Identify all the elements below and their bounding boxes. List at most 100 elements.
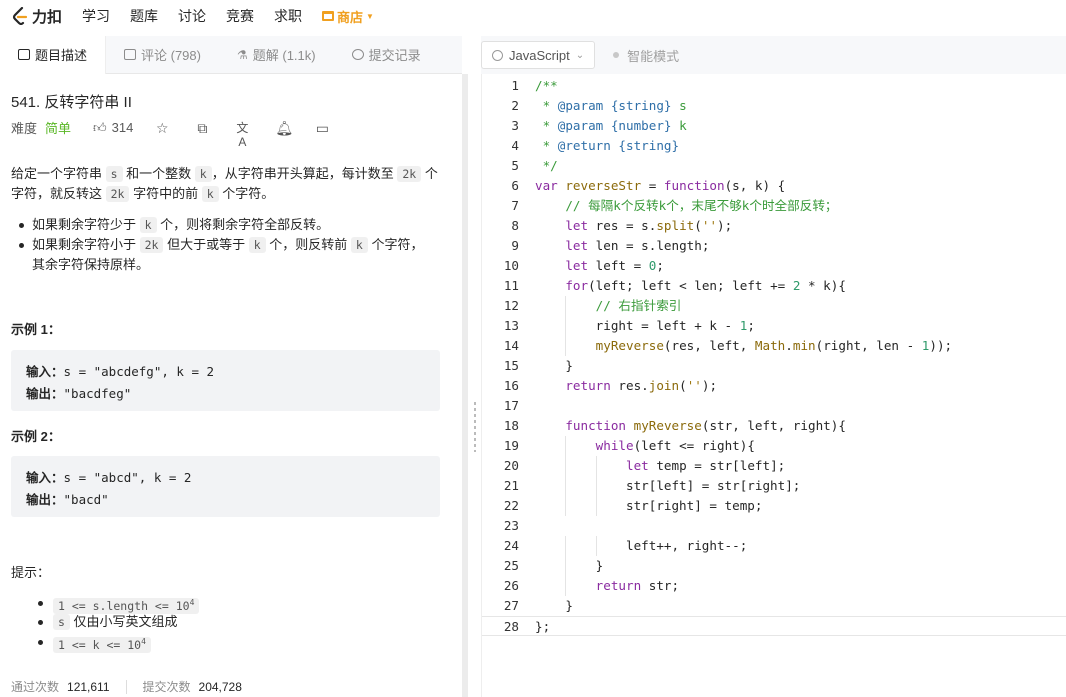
code-text: for(left; left < len; left += 2 * k){ xyxy=(565,278,846,293)
code-text: let temp = str[left]; xyxy=(626,458,786,473)
code-text: // 右指针索引 xyxy=(595,298,682,313)
code-line[interactable]: 18 function myReverse(str, left, right){ xyxy=(482,416,1066,436)
hint-item: s 仅由小写英文组成 xyxy=(38,612,178,632)
drag-handle-icon[interactable] xyxy=(474,402,476,452)
share-icon[interactable]: ⧉ xyxy=(195,121,209,135)
code-text: let left = 0; xyxy=(565,258,664,273)
language-select[interactable]: JavaScript ⌄ xyxy=(481,41,596,69)
code-line[interactable]: 2 * @param {string} s xyxy=(482,96,1066,116)
line-number: 10 xyxy=(503,258,519,273)
tab-description[interactable]: 题目描述 xyxy=(0,35,107,74)
panel-splitter[interactable] xyxy=(462,74,481,697)
code-line[interactable]: 7 // 每隔k个反转k个，末尾不够k个时全部反转； xyxy=(482,196,1066,216)
code-line[interactable]: 27 } xyxy=(482,596,1066,616)
divider xyxy=(125,679,127,694)
code-line[interactable]: 25 } xyxy=(482,556,1066,576)
example-output: "bacdfeg" xyxy=(63,386,132,401)
line-number: 22 xyxy=(503,498,519,513)
nav-item-problems[interactable]: 题库 xyxy=(130,6,158,26)
code-line[interactable]: 24 left++, right--; xyxy=(482,536,1066,556)
nav-item-discuss[interactable]: 讨论 xyxy=(178,6,206,26)
line-number: 23 xyxy=(503,518,519,533)
line-number: 20 xyxy=(503,458,519,473)
code-line[interactable]: 9 let len = s.length; xyxy=(482,236,1066,256)
code-line[interactable]: 20 let temp = str[left]; xyxy=(482,456,1066,476)
line-number: 19 xyxy=(503,438,519,453)
problem-description: 给定一个字符串 s 和一个整数 k ，从字符串开头算起，每计数至 2k 个 字符，… xyxy=(11,164,441,204)
code-line[interactable]: 11 for(left; left < len; left += 2 * k){ xyxy=(482,276,1066,296)
feedback-icon[interactable]: ▭ xyxy=(315,121,329,135)
code-line[interactable]: 21 str[left] = str[right]; xyxy=(482,476,1066,496)
line-number: 12 xyxy=(503,298,519,313)
description-line: 字符，就反转这 2k 字符中的前 k 个字符。 xyxy=(11,186,275,202)
logo[interactable]: 力扣 xyxy=(12,6,62,27)
example-label: 示例 1： xyxy=(11,322,61,337)
code-line[interactable]: 13 right = left + k - 1; xyxy=(482,316,1066,336)
tab-comments[interactable]: 评论 (798) xyxy=(106,36,219,74)
code-line[interactable]: 4 * @return {string} xyxy=(482,136,1066,156)
code-text: function myReverse(str, left, right){ xyxy=(565,418,846,433)
translate-icon[interactable]: 文A xyxy=(235,121,249,149)
leetcode-logo-icon xyxy=(12,7,28,25)
code-text: myReverse(res, left, Math.min(right, len… xyxy=(595,338,953,353)
tab-submissions[interactable]: 提交记录 xyxy=(334,36,439,74)
line-number: 9 xyxy=(511,238,519,253)
code-line[interactable]: 19 while(left <= right){ xyxy=(482,436,1066,456)
code-line[interactable]: 6 var reverseStr = function(s, k) { xyxy=(482,176,1066,196)
code-text: * @return {string} xyxy=(535,138,680,153)
submitted-count: 204,728 xyxy=(198,679,242,694)
hint-item: 1 <= k <= 104 xyxy=(38,632,151,655)
code-line[interactable]: 10 let left = 0; xyxy=(482,256,1066,276)
line-number: 15 xyxy=(503,358,519,373)
scrollbar-track[interactable] xyxy=(462,74,468,697)
nav-item-jobs[interactable]: 求职 xyxy=(274,6,302,26)
line-number: 5 xyxy=(511,158,519,173)
code-line[interactable]: 14 myReverse(res, left, Math.min(right, … xyxy=(482,336,1066,356)
nav-item-store[interactable]: 商店 ▼ xyxy=(322,7,374,26)
nav-item-learn[interactable]: 学习 xyxy=(82,6,110,26)
store-icon xyxy=(322,11,335,21)
code-text: return res.join(''); xyxy=(565,378,718,393)
code-line[interactable]: 15 } xyxy=(482,356,1066,376)
line-number: 3 xyxy=(511,118,519,133)
code-text: let len = s.length; xyxy=(565,238,710,253)
code-line[interactable]: 5 */ xyxy=(482,156,1066,176)
tab-label: 提交记录 xyxy=(368,48,421,63)
code-line[interactable]: 23 xyxy=(482,516,1066,536)
submitted-label: 提交次数 xyxy=(142,680,191,694)
code-editor[interactable]: 1/** 2 * @param {string} s3 * @param {num… xyxy=(481,74,1066,697)
nav-item-contest[interactable]: 竞赛 xyxy=(226,6,254,26)
code-line[interactable]: 17 xyxy=(482,396,1066,416)
star-icon[interactable]: ☆ xyxy=(155,121,169,135)
code-line[interactable]: 3 * @param {number} k xyxy=(482,116,1066,136)
line-number: 2 xyxy=(511,98,519,113)
code-line[interactable]: 26 return str; xyxy=(482,576,1066,596)
difficulty-label: 难度 xyxy=(11,121,38,136)
difficulty-badge: 简单 xyxy=(45,121,72,136)
code-text: str[right] = temp; xyxy=(535,498,763,513)
code-line[interactable]: 1 /** xyxy=(482,76,1066,96)
code-line[interactable]: 28}; xyxy=(482,616,1066,636)
line-number: 25 xyxy=(503,558,519,573)
code-line[interactable]: 12 // 右指针索引 xyxy=(482,296,1066,316)
code-text: return str; xyxy=(595,578,680,593)
code-line[interactable]: 22 str[right] = temp; xyxy=(482,496,1066,516)
description-icon xyxy=(18,49,30,60)
line-number: 7 xyxy=(511,198,519,213)
description-line: 给定一个字符串 s 和一个整数 k ，从字符串开头算起，每计数至 2k 个 xyxy=(11,166,438,182)
code-line[interactable]: 8 let res = s.split(''); xyxy=(482,216,1066,236)
rule-item: 如果剩余字符小于 2k 但大于或等于 k 个，则反转前 k 个字符， 其余字符保… xyxy=(19,235,442,275)
bell-icon[interactable]: 🔔︎ xyxy=(275,121,293,135)
example-box: 输入：s = "abcd", k = 2 输出："bacd" xyxy=(11,456,440,517)
smart-mode-toggle[interactable]: 智能模式 xyxy=(613,46,679,65)
problem-tabs: 题目描述 评论 (798) ⚗ 题解 (1.1k) 提交记录 xyxy=(0,35,462,74)
line-number: 16 xyxy=(503,378,519,393)
comment-icon xyxy=(124,49,137,60)
example-input: s = "abcd", k = 2 xyxy=(63,470,192,485)
like-button[interactable]: 👍︎ 314 xyxy=(93,120,133,136)
code-text: let res = s.split(''); xyxy=(565,218,733,233)
code-line[interactable]: 16 return res.join(''); xyxy=(482,376,1066,396)
line-number: 4 xyxy=(511,138,519,153)
tab-solutions[interactable]: ⚗ 题解 (1.1k) xyxy=(219,36,334,74)
line-number: 6 xyxy=(511,178,519,193)
